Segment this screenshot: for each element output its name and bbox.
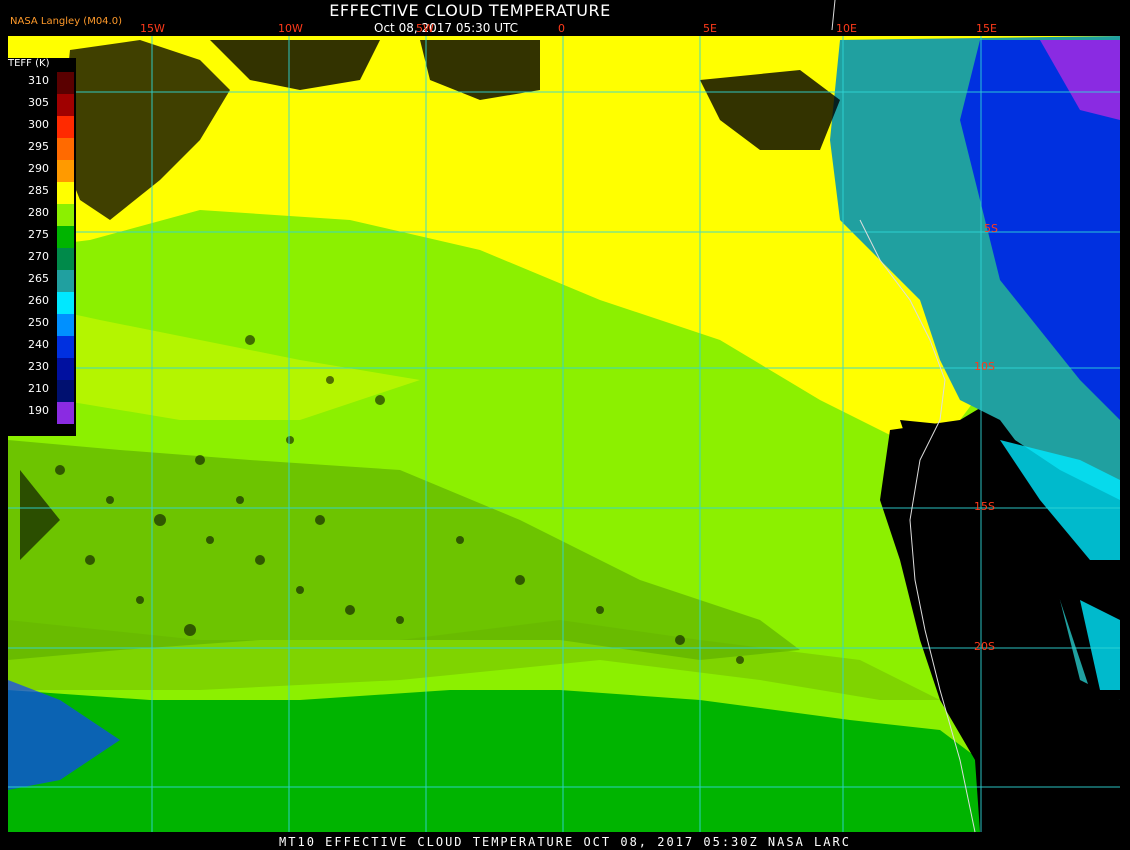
- legend-swatch: [57, 402, 74, 424]
- legend-value: 270: [28, 250, 49, 263]
- legend-swatch: [57, 204, 74, 226]
- lon-label-0: 0: [558, 22, 565, 35]
- lon-label-10e: 10E: [836, 22, 857, 35]
- source-label: NASA Langley (M04.0): [10, 16, 122, 27]
- legend-value: 210: [28, 382, 49, 395]
- legend-swatch: [57, 314, 74, 336]
- lat-label-10s: 10S: [974, 360, 995, 373]
- legend-value: 300: [28, 118, 49, 131]
- lat-label-5s: 5S: [984, 222, 998, 235]
- legend-swatch: [57, 138, 74, 160]
- map-title: EFFECTIVE CLOUD TEMPERATURE: [329, 1, 611, 20]
- legend-value: 280: [28, 206, 49, 219]
- legend-value: 230: [28, 360, 49, 373]
- legend-swatch: [57, 160, 74, 182]
- legend-value: 290: [28, 162, 49, 175]
- legend-entry: 190: [8, 402, 74, 427]
- legend-swatch: [57, 226, 74, 248]
- lon-label-15w: 15W: [140, 22, 165, 35]
- legend-swatch: [57, 336, 74, 358]
- legend-swatch: [57, 248, 74, 270]
- lon-label-15e: 15E: [976, 22, 997, 35]
- lat-label-20s: 20S: [974, 640, 995, 653]
- legend-value: 190: [28, 404, 49, 417]
- legend-swatch: [57, 292, 74, 314]
- map-timestamp: Oct 08, 2017 05:30 UTC: [374, 21, 518, 35]
- legend-swatch: [57, 72, 74, 94]
- lon-label-5e: 5E: [703, 22, 717, 35]
- lat-label-15s: 15S: [974, 500, 995, 513]
- legend-value: 240: [28, 338, 49, 351]
- lon-label-5w: 5W: [416, 22, 434, 35]
- color-legend: TEFF (K) 310 305 300 295 290 285 280 275 270 265 2…: [8, 58, 76, 436]
- satellite-cloud-map: [0, 0, 1130, 850]
- lon-label-10w: 10W: [278, 22, 303, 35]
- footer-caption: MT10 EFFECTIVE CLOUD TEMPERATURE OCT 08,…: [279, 835, 851, 849]
- legend-swatch: [57, 358, 74, 380]
- legend-value: 260: [28, 294, 49, 307]
- legend-swatch: [57, 182, 74, 204]
- legend-value: 310: [28, 74, 49, 87]
- legend-value: 305: [28, 96, 49, 109]
- legend-swatch: [57, 380, 74, 402]
- legend-unit-label: TEFF (K): [8, 58, 50, 69]
- legend-swatch: [57, 116, 74, 138]
- legend-value: 265: [28, 272, 49, 285]
- legend-swatch: [57, 270, 74, 292]
- cloud-field: [8, 36, 1120, 832]
- legend-swatch: [57, 94, 74, 116]
- legend-value: 285: [28, 184, 49, 197]
- legend-value: 295: [28, 140, 49, 153]
- legend-value: 250: [28, 316, 49, 329]
- legend-value: 275: [28, 228, 49, 241]
